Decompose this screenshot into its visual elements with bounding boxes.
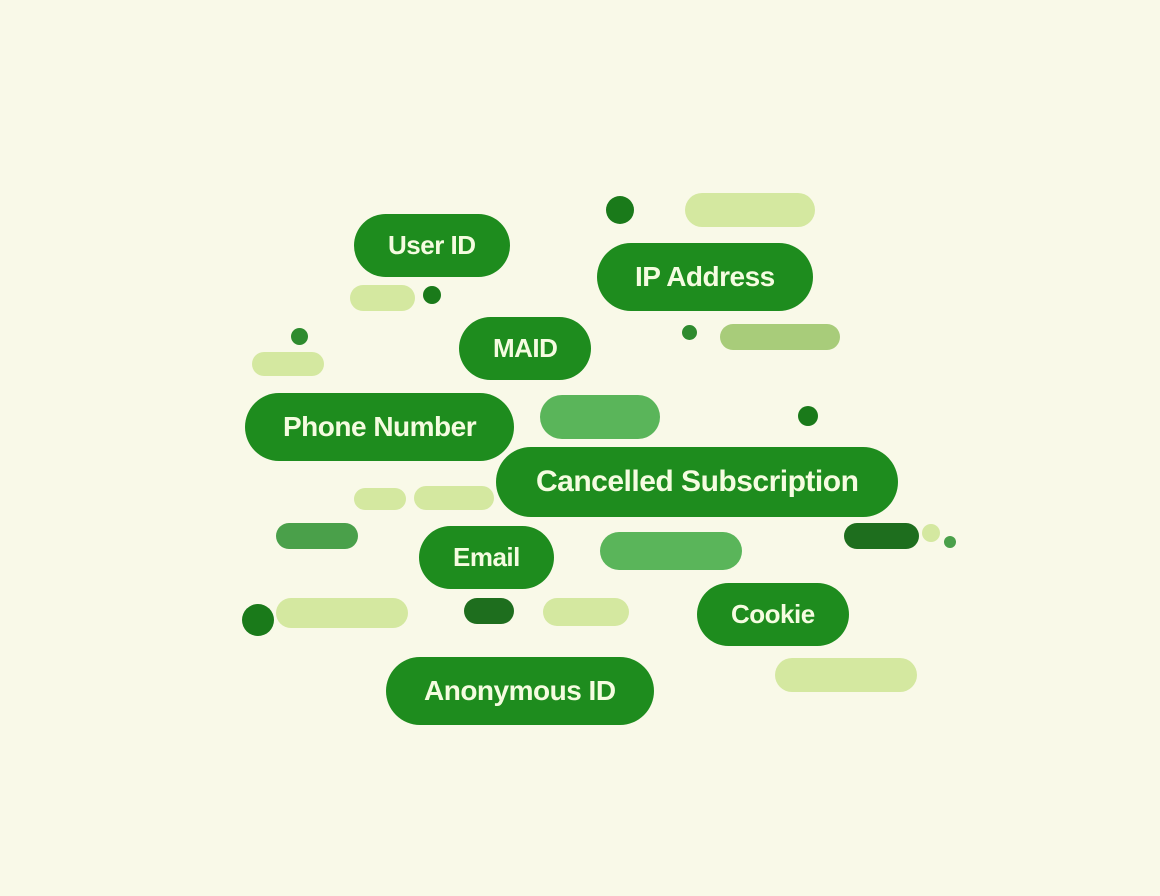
dot-7 [944, 536, 956, 548]
decorative-pill-dp12 [543, 598, 629, 626]
decorative-pill-dp4 [540, 395, 660, 439]
decorative-pill-dp2 [350, 285, 415, 311]
dot-2 [423, 286, 441, 304]
phone-number-pill: Phone Number [245, 393, 514, 461]
decorative-pill-dp8 [600, 532, 742, 570]
maid-pill: MAID [459, 317, 591, 380]
cancelled-subscription-pill: Cancelled Subscription [496, 447, 898, 517]
user-id-pill: User ID [354, 214, 510, 277]
decorative-pill-dp13 [775, 658, 917, 692]
decorative-pill-dp10 [464, 598, 514, 624]
dot-6 [922, 524, 940, 542]
dot-1 [606, 196, 634, 224]
decorative-pill-dp11 [276, 598, 408, 628]
decorative-pill-dp3 [252, 352, 324, 376]
dot-4 [682, 325, 697, 340]
dot-3 [291, 328, 308, 345]
decorative-pill-dp5 [354, 488, 406, 510]
decorative-pill-dp1 [685, 193, 815, 227]
cookie-pill: Cookie [697, 583, 849, 646]
decorative-pill-dp14 [720, 324, 840, 350]
ip-address-pill: IP Address [597, 243, 813, 311]
decorative-pill-dp9 [844, 523, 919, 549]
decorative-pill-dp7 [276, 523, 358, 549]
anonymous-id-pill: Anonymous ID [386, 657, 654, 725]
decorative-pill-dp6 [414, 486, 494, 510]
dot-5 [798, 406, 818, 426]
email-pill: Email [419, 526, 554, 589]
dot-8 [242, 604, 274, 636]
